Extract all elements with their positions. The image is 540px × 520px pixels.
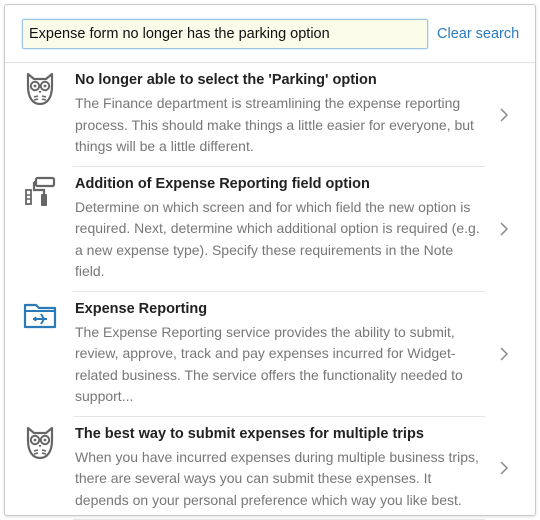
result-description: The Finance department is streamlining t… xyxy=(75,95,474,154)
list-item[interactable]: No longer able to select the 'Parking' o… xyxy=(5,63,535,167)
result-title[interactable]: Expense Reporting xyxy=(75,300,485,319)
paint-roller-icon xyxy=(25,176,56,206)
search-input[interactable] xyxy=(22,19,428,49)
chevron-right-icon[interactable] xyxy=(499,108,509,122)
result-title[interactable]: No longer able to select the 'Parking' o… xyxy=(75,71,485,90)
search-bar: Clear search xyxy=(5,5,535,63)
chevron-right-icon[interactable] xyxy=(499,222,509,236)
result-description: The Expense Reporting service provides t… xyxy=(75,323,463,405)
owl-icon xyxy=(26,72,54,106)
result-description: When you have incurred expenses during m… xyxy=(75,448,479,508)
clear-search-link[interactable]: Clear search xyxy=(437,26,519,42)
list-item[interactable]: Expense Reporting The Expense Reporting … xyxy=(5,292,535,417)
result-description: Determine on which screen and for which … xyxy=(75,198,480,280)
result-title[interactable]: The best way to submit expenses for mult… xyxy=(75,425,485,444)
result-title[interactable]: Addition of Expense Reporting field opti… xyxy=(75,175,485,194)
list-item[interactable]: Addition of Expense Reporting field opti… xyxy=(5,167,535,292)
chevron-right-icon[interactable] xyxy=(499,347,509,361)
list-item[interactable]: The best way to submit expenses for mult… xyxy=(5,417,535,520)
owl-icon xyxy=(26,426,54,459)
chevron-right-icon[interactable] xyxy=(499,461,509,475)
results-list: No longer able to select the 'Parking' o… xyxy=(5,63,535,520)
search-results-panel: Clear search No longer able to select th… xyxy=(4,4,536,520)
airplane-folder-icon xyxy=(23,303,57,328)
